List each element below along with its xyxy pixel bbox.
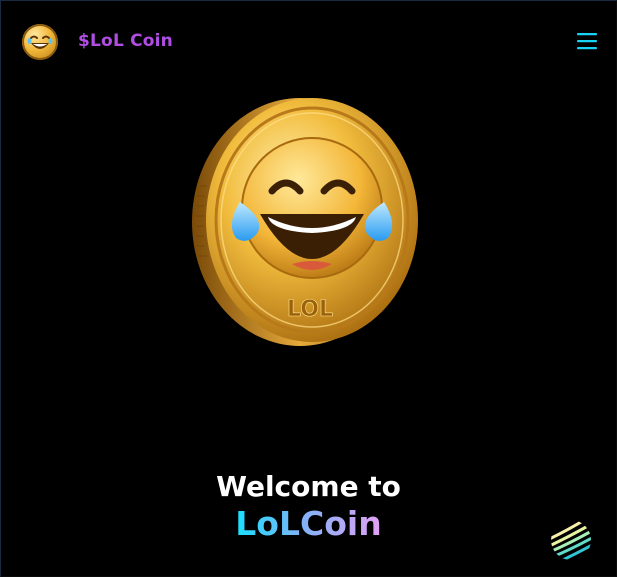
coin-name-heading: LoLCoin bbox=[235, 504, 382, 543]
brand-title[interactable]: $LoL Coin bbox=[78, 31, 173, 51]
site-header: $LoL Coin bbox=[0, 0, 617, 84]
lol-coin-image: LOL bbox=[188, 96, 424, 348]
coin-lol-text: LOL bbox=[287, 297, 333, 322]
welcome-heading: Welcome to bbox=[216, 470, 401, 503]
striped-globe-icon[interactable] bbox=[549, 518, 593, 562]
hamburger-menu-icon[interactable] bbox=[576, 31, 598, 51]
hero-section: Welcome to LoLCoin bbox=[0, 470, 617, 544]
laughing-face-icon[interactable] bbox=[22, 24, 58, 60]
